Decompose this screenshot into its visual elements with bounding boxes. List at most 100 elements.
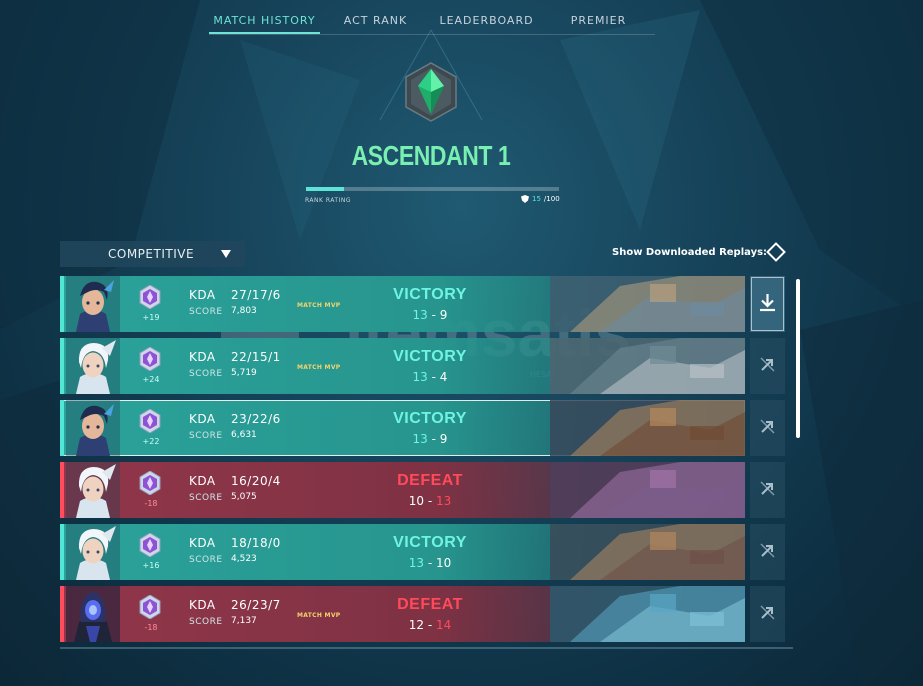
agent-portrait-icon [66,524,120,580]
player-rank-badge-icon [139,347,161,371]
show-replays-toggle[interactable] [766,242,786,262]
enemy-score: 4 [439,370,448,384]
rank-rating-value: 15/100 [521,195,560,203]
enemy-score: 13 [435,494,452,508]
score-label: SCORE [189,431,223,441]
kda-value: 22/15/1 [231,350,281,364]
kda-value: 27/17/6 [231,288,281,302]
enemy-score: 10 [435,556,452,570]
kda-label: KDA [189,350,216,364]
kda-label: KDA [189,474,216,488]
player-rank-badge-icon [139,285,161,309]
match-row[interactable]: +19 KDA 27/17/6 SCORE 7,803 MATCH MVP VICTORY 1… [60,276,745,332]
rr-change: -18 [144,499,158,508]
score-label: SCORE [189,307,223,317]
map-thumbnail-icon [550,276,745,332]
show-replays-label: Show Downloaded Replays: [612,247,768,258]
match-result: DEFEAT [397,472,463,489]
replay-unavailable-icon [760,543,775,558]
score-separator: - [427,370,440,384]
top-navigation: MATCH HISTORY ACT RANK LEADERBOARD PREMI… [209,8,655,35]
replay-unavailable-button[interactable] [750,524,785,580]
match-row[interactable]: +22 KDA 23/22/6 SCORE 6,631 VICTORY 13 - 9 [60,400,745,456]
tab-match-history[interactable]: MATCH HISTORY [209,8,320,34]
shield-icon [521,195,529,203]
tab-premier[interactable]: PREMIER [542,8,655,34]
round-score: 12 - 14 [370,618,490,632]
match-mvp-badge: MATCH MVP [297,612,341,619]
agent-portrait-icon [66,400,120,456]
replay-unavailable-button[interactable] [750,462,785,518]
rank-rating-label: RANK RATING [305,197,351,204]
ascendant-emblem-icon [405,62,457,122]
match-row[interactable]: -18 KDA 16/20/4 SCORE 5,075 DEFEAT 10 - 13 [60,462,745,518]
tab-act-rank[interactable]: ACT RANK [320,8,431,34]
rr-change: +22 [142,437,160,446]
agent-portrait-icon [66,586,120,642]
round-score: 13 - 9 [370,432,490,446]
download-icon [760,294,775,312]
round-score: 13 - 9 [370,308,490,322]
rank-rating-current: 15 [532,195,541,203]
team-score: 12 [408,618,425,632]
score-separator: - [424,618,436,632]
match-row[interactable]: +16 KDA 18/18/0 SCORE 4,523 VICTORY 13 - 10 [60,524,745,580]
score-label: SCORE [189,617,223,627]
score-label: SCORE [189,555,223,565]
team-score: 13 [412,308,428,322]
score-separator: - [424,494,436,508]
team-score: 13 [412,370,428,384]
replay-unavailable-icon [760,357,775,372]
match-result: VICTORY [393,348,467,365]
map-thumbnail-icon [550,586,745,642]
player-rank-badge-icon [139,409,161,433]
replay-unavailable-button[interactable] [750,586,785,642]
team-score: 10 [408,494,425,508]
kda-value: 26/23/7 [231,598,281,612]
match-mvp-badge: MATCH MVP [297,364,341,371]
replay-unavailable-icon [760,605,775,620]
queue-mode-dropdown[interactable]: COMPETITIVE [60,241,245,267]
score-value: 7,803 [231,306,257,316]
score-separator: - [424,556,436,570]
kda-label: KDA [189,288,216,302]
rank-title: ASCENDANT 1 [351,140,511,171]
kda-value: 16/20/4 [231,474,281,488]
match-result: VICTORY [393,286,467,303]
rr-change: +24 [142,375,160,384]
kda-label: KDA [189,536,216,550]
kda-label: KDA [189,598,216,612]
player-rank-badge-icon [139,471,161,495]
agent-portrait-icon [66,462,120,518]
replay-unavailable-icon [760,419,775,434]
match-row[interactable]: +24 KDA 22/15/1 SCORE 5,719 MATCH MVP VICTORY 1… [60,338,745,394]
enemy-score: 9 [439,432,448,446]
map-thumbnail-icon [550,462,745,518]
round-score: 13 - 10 [370,556,490,570]
rank-rating-bar [306,187,559,191]
round-score: 10 - 13 [370,494,490,508]
replay-unavailable-button[interactable] [750,338,785,394]
queue-mode-label: COMPETITIVE [108,247,195,261]
kda-value: 18/18/0 [231,536,281,550]
score-value: 6,631 [231,430,257,440]
match-mvp-badge: MATCH MVP [297,302,341,309]
score-value: 4,523 [231,554,257,564]
agent-portrait-icon [66,338,120,394]
download-replay-button[interactable] [750,276,785,332]
kda-value: 23/22/6 [231,412,281,426]
match-row[interactable]: -18 KDA 26/23/7 SCORE 7,137 MATCH MVP DEFEAT 12… [60,586,745,642]
kda-label: KDA [189,412,216,426]
score-value: 5,075 [231,492,257,502]
tab-leaderboard[interactable]: LEADERBOARD [431,8,542,34]
rr-change: +19 [142,313,160,322]
scrollbar[interactable] [796,279,800,438]
map-thumbnail-icon [550,400,745,456]
player-rank-badge-icon [139,595,161,619]
map-thumbnail-icon [550,524,745,580]
replay-unavailable-button[interactable] [750,400,785,456]
replay-unavailable-icon [760,481,775,496]
rr-change: -18 [144,623,158,632]
score-label: SCORE [189,493,223,503]
team-score: 13 [412,432,428,446]
